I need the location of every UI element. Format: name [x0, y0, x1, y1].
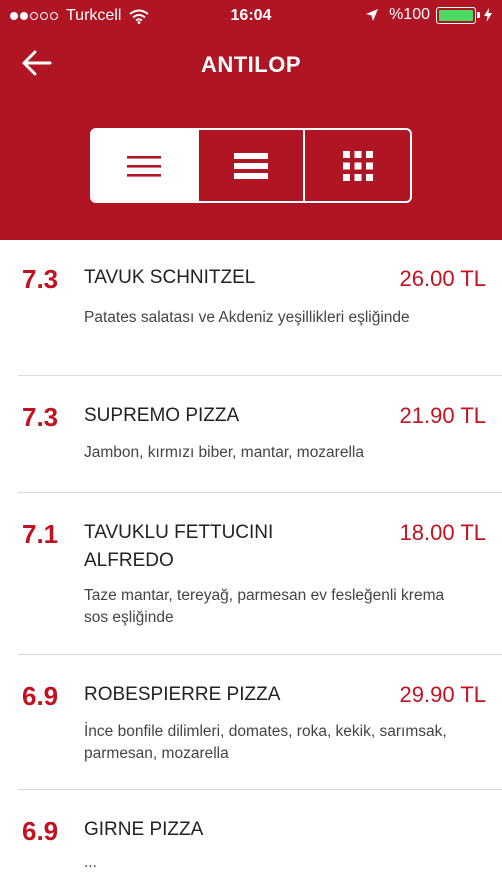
menu-item[interactable]: 7.3 TAVUK SCHNITZEL 26.00 TL Patates sal… — [18, 240, 502, 376]
battery-icon — [436, 6, 480, 24]
menu-item[interactable]: 6.9 GIRNE PIZZA ... — [18, 790, 502, 890]
status-bar: Turkcell 16:04 %100 — [0, 0, 502, 34]
item-score: 7.1 — [22, 519, 59, 549]
view-option-grid[interactable] — [303, 130, 410, 201]
item-name: TAVUK SCHNITZEL — [84, 267, 256, 288]
item-name: GIRNE PIZZA — [84, 819, 204, 840]
grid-view-icon — [342, 150, 373, 181]
item-score: 6.9 — [22, 816, 59, 846]
charging-bolt-icon — [484, 8, 492, 22]
menu-item[interactable]: 6.9 ROBESPIERRE PIZZA 29.90 TL İnce bonf… — [18, 655, 502, 790]
status-right: %100 — [365, 6, 492, 24]
item-price: 26.00 TL — [399, 266, 486, 291]
view-mode-switcher — [90, 128, 412, 203]
item-price: 21.90 TL — [399, 403, 486, 428]
view-option-compact[interactable] — [196, 130, 304, 201]
item-price: 18.00 TL — [399, 520, 486, 545]
view-option-list[interactable] — [92, 130, 197, 201]
item-price: 29.90 TL — [399, 682, 486, 707]
item-score: 7.3 — [22, 264, 59, 294]
menu-item[interactable]: 7.3 SUPREMO PIZZA 21.90 TL Jambon, kırmı… — [18, 376, 502, 493]
item-name: ROBESPIERRE PIZZA — [84, 684, 281, 705]
battery-percentage: %100 — [389, 6, 430, 23]
item-score: 6.9 — [22, 681, 59, 711]
battery-level-fill — [439, 9, 473, 21]
item-description: Jambon, kırmızı biber, mantar, mozarella — [84, 444, 364, 461]
location-arrow-icon — [366, 9, 379, 21]
item-description: Taze mantar, tereyağ, parmesan ev fesleğ… — [84, 587, 445, 626]
item-description: İnce bonfile dilimleri, domates, roka, k… — [84, 723, 447, 762]
list-view-icon — [127, 155, 162, 177]
item-name: SUPREMO PIZZA — [84, 405, 240, 426]
item-description: ... — [84, 854, 97, 871]
app-header: Turkcell 16:04 %100 ANTILOP — [0, 0, 502, 240]
compact-list-icon — [234, 152, 268, 179]
page-title: ANTILOP — [200, 52, 302, 77]
item-description: Patates salatası ve Akdeniz yeşillikleri… — [84, 309, 410, 326]
item-name: TAVUKLU FETTUCINI ALFREDO — [84, 522, 274, 571]
menu-list: 7.3 TAVUK SCHNITZEL 26.00 TL Patates sal… — [0, 240, 502, 890]
menu-item[interactable]: 7.1 TAVUKLU FETTUCINI ALFREDO 18.00 TL T… — [18, 493, 502, 655]
item-score: 7.3 — [22, 402, 59, 432]
